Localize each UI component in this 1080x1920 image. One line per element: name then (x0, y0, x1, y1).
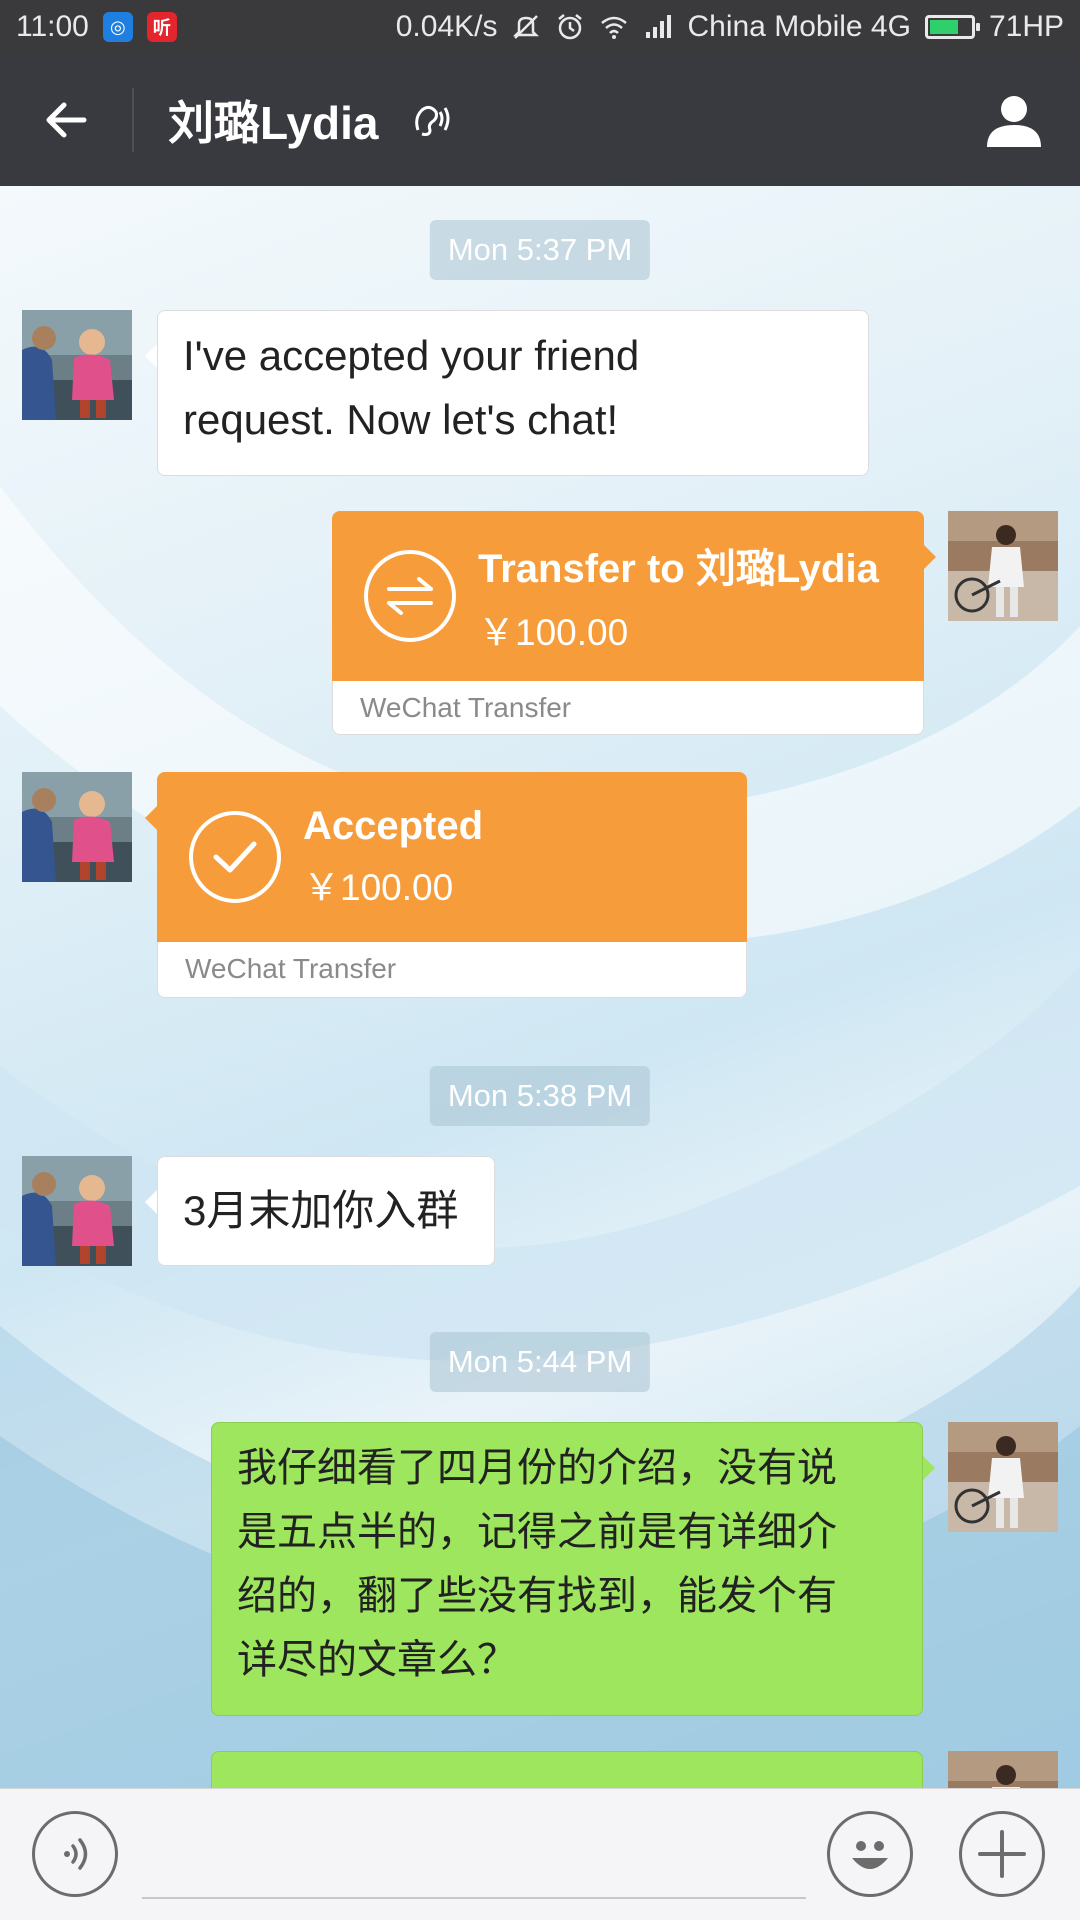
back-button[interactable] (0, 54, 132, 186)
my-avatar-image (948, 1751, 1058, 1788)
alarm-icon (558, 14, 583, 40)
transfer-arrows-icon (364, 550, 456, 642)
timestamp: Mon 5:38 PM (429, 1066, 651, 1126)
plus-icon (978, 1830, 1026, 1878)
timestamp: Mon 5:37 PM (429, 220, 651, 280)
transfer-footer: WeChat Transfer (360, 692, 572, 723)
transfer-footer: WeChat Transfer (185, 953, 397, 984)
voice-input-button[interactable] (32, 1811, 118, 1897)
input-bar (0, 1788, 1080, 1920)
transfer-title: Transfer to 刘璐Lydia (478, 547, 879, 591)
battery-text: 71HP (988, 10, 1064, 43)
signal-icon (646, 15, 672, 38)
timestamp: Mon 5:44 PM (429, 1332, 651, 1392)
back-arrow-icon (46, 102, 87, 138)
chat-title: 刘璐Lydia (168, 97, 379, 149)
message-bubble[interactable]: I've accepted your friend request. Now l… (145, 310, 869, 476)
smiley-icon (852, 1841, 888, 1869)
emoji-button[interactable] (827, 1811, 913, 1897)
carrier-name: China Mobile 4G (687, 10, 911, 43)
contact-avatar-image (22, 772, 132, 882)
contact-avatar-image (22, 310, 132, 420)
contact-avatar[interactable] (22, 1156, 132, 1266)
message-input[interactable] (142, 1897, 806, 1899)
transfer-title: Accepted (303, 803, 484, 848)
contact-avatar[interactable] (22, 772, 132, 882)
my-avatar[interactable] (948, 1422, 1058, 1532)
voice-icon (64, 1838, 88, 1870)
mute-icon (513, 15, 540, 39)
transfer-card-accepted[interactable]: Accepted ￥100.00 WeChat Transfer (145, 772, 747, 998)
header-divider (132, 88, 134, 152)
contact-avatar-image (22, 1156, 132, 1266)
battery-icon (924, 15, 980, 39)
contact-avatar[interactable] (22, 310, 132, 420)
message-text-line: 绍的，翻了些没有找到，能发个有 (237, 1574, 837, 1618)
wifi-icon (601, 16, 628, 39)
my-avatar-image (948, 1422, 1058, 1532)
message-bubble-sent-partial[interactable] (211, 1751, 923, 1788)
my-avatar[interactable] (948, 1751, 1058, 1788)
transfer-card-sent[interactable]: Transfer to 刘璐Lydia ￥100.00 WeChat Trans… (332, 511, 936, 735)
my-avatar[interactable] (948, 511, 1058, 621)
message-text-line: 详尽的文章么？ (237, 1638, 517, 1682)
message-text-line: request. Now let's chat! (183, 396, 619, 443)
status-time: 11:00 (16, 10, 89, 43)
person-icon (987, 96, 1041, 147)
transfer-amount: ￥100.00 (478, 612, 629, 653)
chat-messages[interactable]: Mon 5:37 PM I've accepted your friend re… (0, 186, 1080, 1788)
my-avatar-image (948, 511, 1058, 621)
chat-header: 刘璐Lydia (0, 54, 1080, 186)
network-speed: 0.04K/s (395, 10, 498, 43)
message-text-line: 是五点半的，记得之前是有详细介 (237, 1510, 837, 1554)
message-text-line: 我仔细看了四月份的介绍，没有说 (237, 1446, 837, 1490)
more-options-button[interactable] (959, 1811, 1045, 1897)
message-text-line: I've accepted your friend (183, 332, 640, 379)
earpiece-mode-icon (415, 105, 450, 136)
listen-app-icon: 听 (146, 12, 177, 42)
check-icon (189, 811, 281, 903)
message-text: 3月末加你入群 (183, 1187, 459, 1234)
chat-info-button[interactable] (948, 54, 1080, 186)
status-bar: 11:00 ◎ 听 0.04K/s China Mobile 4G 71HP (0, 0, 1080, 54)
message-bubble-sent[interactable]: 我仔细看了四月份的介绍，没有说 是五点半的，记得之前是有详细介 绍的，翻了些没有… (211, 1422, 935, 1716)
alipay-app-icon: ◎ (102, 12, 133, 42)
transfer-amount: ￥100.00 (303, 866, 454, 908)
message-bubble[interactable]: 3月末加你入群 (145, 1156, 495, 1266)
